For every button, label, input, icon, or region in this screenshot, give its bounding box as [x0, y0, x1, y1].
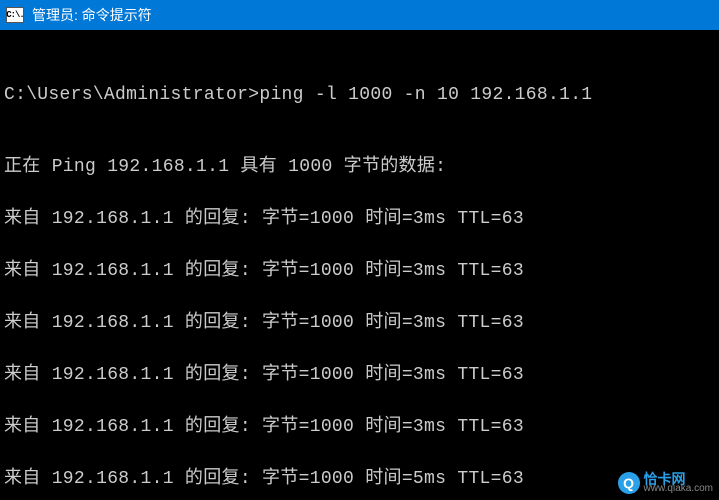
pinging-header: 正在 Ping 192.168.1.1 具有 1000 字节的数据: [4, 154, 715, 180]
window-title: 管理员: 命令提示符 [32, 5, 152, 25]
ping-reply: 来自 192.168.1.1 的回复: 字节=1000 时间=3ms TTL=6… [4, 310, 715, 336]
ping-reply: 来自 192.168.1.1 的回复: 字节=1000 时间=3ms TTL=6… [4, 258, 715, 284]
terminal-output[interactable]: C:\Users\Administrator>ping -l 1000 -n 1… [0, 30, 719, 500]
command-prompt-window: C:\. 管理员: 命令提示符 C:\Users\Administrator>p… [0, 0, 719, 500]
ping-reply: 来自 192.168.1.1 的回复: 字节=1000 时间=3ms TTL=6… [4, 414, 715, 440]
watermark-url: www.qiaka.com [644, 484, 713, 494]
titlebar[interactable]: C:\. 管理员: 命令提示符 [0, 0, 719, 30]
prompt-line: C:\Users\Administrator>ping -l 1000 -n 1… [4, 82, 715, 108]
cmd-icon: C:\. [6, 7, 24, 23]
watermark: Q 恰卡网 www.qiaka.com [618, 472, 713, 494]
ping-reply: 来自 192.168.1.1 的回复: 字节=1000 时间=3ms TTL=6… [4, 362, 715, 388]
ping-reply: 来自 192.168.1.1 的回复: 字节=1000 时间=5ms TTL=6… [4, 466, 715, 492]
watermark-icon: Q [618, 472, 640, 494]
ping-reply: 来自 192.168.1.1 的回复: 字节=1000 时间=3ms TTL=6… [4, 206, 715, 232]
